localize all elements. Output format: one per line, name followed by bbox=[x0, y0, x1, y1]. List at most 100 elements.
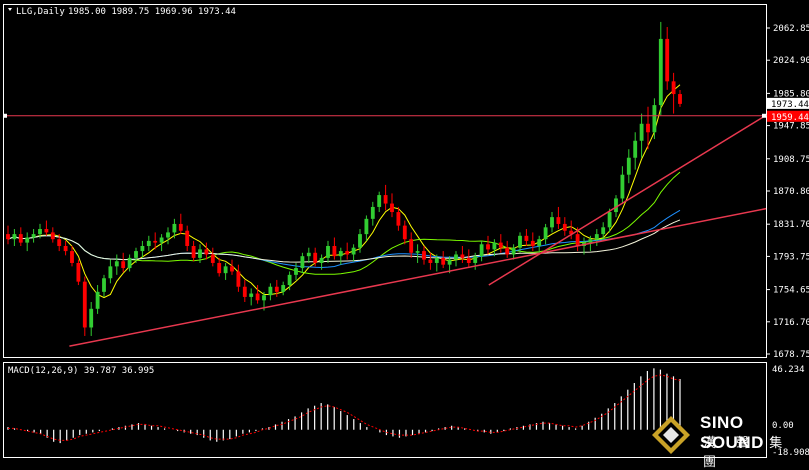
candle-body bbox=[479, 244, 484, 257]
macd-axis-top: 46.234 bbox=[772, 365, 805, 375]
candle-body bbox=[230, 266, 234, 272]
candle-body bbox=[338, 251, 343, 257]
candle-body bbox=[178, 223, 183, 231]
candle-body bbox=[556, 217, 561, 224]
candle-body bbox=[332, 245, 337, 257]
candle-body bbox=[274, 286, 279, 292]
candle-body bbox=[102, 278, 106, 292]
candle-body bbox=[198, 249, 202, 258]
candle-body bbox=[594, 234, 599, 240]
candle-body bbox=[351, 247, 356, 255]
candle-body bbox=[460, 254, 465, 258]
candle-body bbox=[108, 266, 113, 279]
candle-body bbox=[639, 123, 644, 141]
candle-body bbox=[524, 235, 529, 241]
candle-body bbox=[82, 281, 87, 328]
candle-body bbox=[370, 206, 375, 219]
candle-body bbox=[313, 252, 318, 263]
candle-body bbox=[121, 261, 126, 269]
candle-body bbox=[633, 140, 638, 158]
candle-body bbox=[652, 105, 657, 133]
candle-body bbox=[390, 203, 394, 213]
candle-body bbox=[377, 195, 382, 207]
candle-body bbox=[601, 227, 606, 235]
candle-body bbox=[185, 230, 190, 246]
candle-body bbox=[434, 257, 439, 263]
candle-body bbox=[518, 235, 522, 248]
candle-body bbox=[76, 262, 81, 282]
candle-body bbox=[402, 225, 407, 240]
y-tick-label: 1678.75 bbox=[773, 350, 809, 360]
candle-body bbox=[236, 271, 241, 287]
candle-body bbox=[428, 259, 433, 263]
candle-body bbox=[319, 257, 324, 263]
y-tick-label: 2062.85 bbox=[773, 24, 809, 34]
candle-body bbox=[543, 227, 548, 240]
candle-body bbox=[588, 239, 593, 243]
candle-body bbox=[268, 286, 273, 296]
candle-body bbox=[134, 251, 138, 258]
candle-body bbox=[159, 237, 164, 243]
candle-body bbox=[140, 245, 145, 252]
sino-sound-logo-icon bbox=[652, 416, 690, 454]
y-tick-label: 1870.80 bbox=[773, 187, 809, 197]
candle-body bbox=[505, 247, 510, 255]
candle-body bbox=[665, 38, 670, 82]
y-tick-label: 1831.70 bbox=[773, 220, 809, 230]
brand-name-cn: 漢 聲 集 團 bbox=[703, 436, 791, 470]
price-chart[interactable]: 2062.852024.901985.801947.851908.751870.… bbox=[0, 0, 809, 461]
level-price-label: 1959.44 bbox=[771, 113, 809, 123]
current-price-label: 1973.44 bbox=[771, 100, 809, 110]
candle-body bbox=[262, 295, 266, 301]
candle-body bbox=[18, 234, 23, 243]
candle-body bbox=[511, 247, 516, 255]
candle-body bbox=[31, 234, 36, 238]
candle-body bbox=[146, 240, 151, 246]
candle-body bbox=[358, 234, 362, 248]
candle-body bbox=[287, 274, 292, 286]
candle-body bbox=[63, 245, 68, 252]
candle-body bbox=[447, 259, 452, 265]
y-tick-label: 1754.65 bbox=[773, 286, 809, 296]
candle-body bbox=[575, 234, 580, 246]
macd-label: MACD(12,26,9) 39.787 36.995 bbox=[8, 366, 154, 376]
candle-body bbox=[626, 157, 631, 175]
candle-body bbox=[153, 240, 158, 243]
candle-body bbox=[530, 240, 535, 246]
candle-body bbox=[550, 217, 554, 228]
candle-body bbox=[441, 257, 446, 265]
candle-body bbox=[345, 251, 350, 255]
candle-body bbox=[191, 245, 196, 258]
candle-body bbox=[223, 266, 228, 274]
candle-body bbox=[658, 38, 663, 106]
candle-body bbox=[492, 242, 497, 250]
candle-body bbox=[172, 223, 177, 233]
candle-body bbox=[57, 239, 62, 246]
candle-body bbox=[114, 261, 119, 267]
candle-body bbox=[364, 218, 369, 235]
chart-symbol: LLG,Daily bbox=[16, 7, 65, 17]
candle-body bbox=[44, 229, 49, 233]
candle-body bbox=[422, 251, 426, 260]
candle-body bbox=[12, 234, 17, 240]
candle-body bbox=[537, 239, 542, 246]
y-tick-label: 1947.85 bbox=[773, 122, 809, 132]
candle-body bbox=[242, 286, 247, 297]
candle-body bbox=[646, 123, 650, 133]
candle-body bbox=[300, 256, 305, 269]
y-tick-label: 2024.90 bbox=[773, 56, 809, 66]
candle-body bbox=[89, 308, 94, 328]
candle-body bbox=[6, 234, 10, 240]
horizontal-level-handle-left bbox=[3, 113, 7, 118]
candle-body bbox=[678, 94, 682, 104]
candle-body bbox=[620, 174, 625, 199]
candle-body bbox=[249, 293, 254, 297]
chart-ohlc: 1985.00 1989.75 1969.96 1973.44 bbox=[68, 7, 236, 17]
candle-body bbox=[294, 268, 298, 275]
candle-body bbox=[562, 223, 567, 231]
candle-body bbox=[166, 232, 170, 238]
candle-body bbox=[415, 251, 420, 253]
candle-body bbox=[454, 254, 458, 260]
candle-body bbox=[326, 245, 330, 258]
candle-body bbox=[466, 257, 471, 263]
